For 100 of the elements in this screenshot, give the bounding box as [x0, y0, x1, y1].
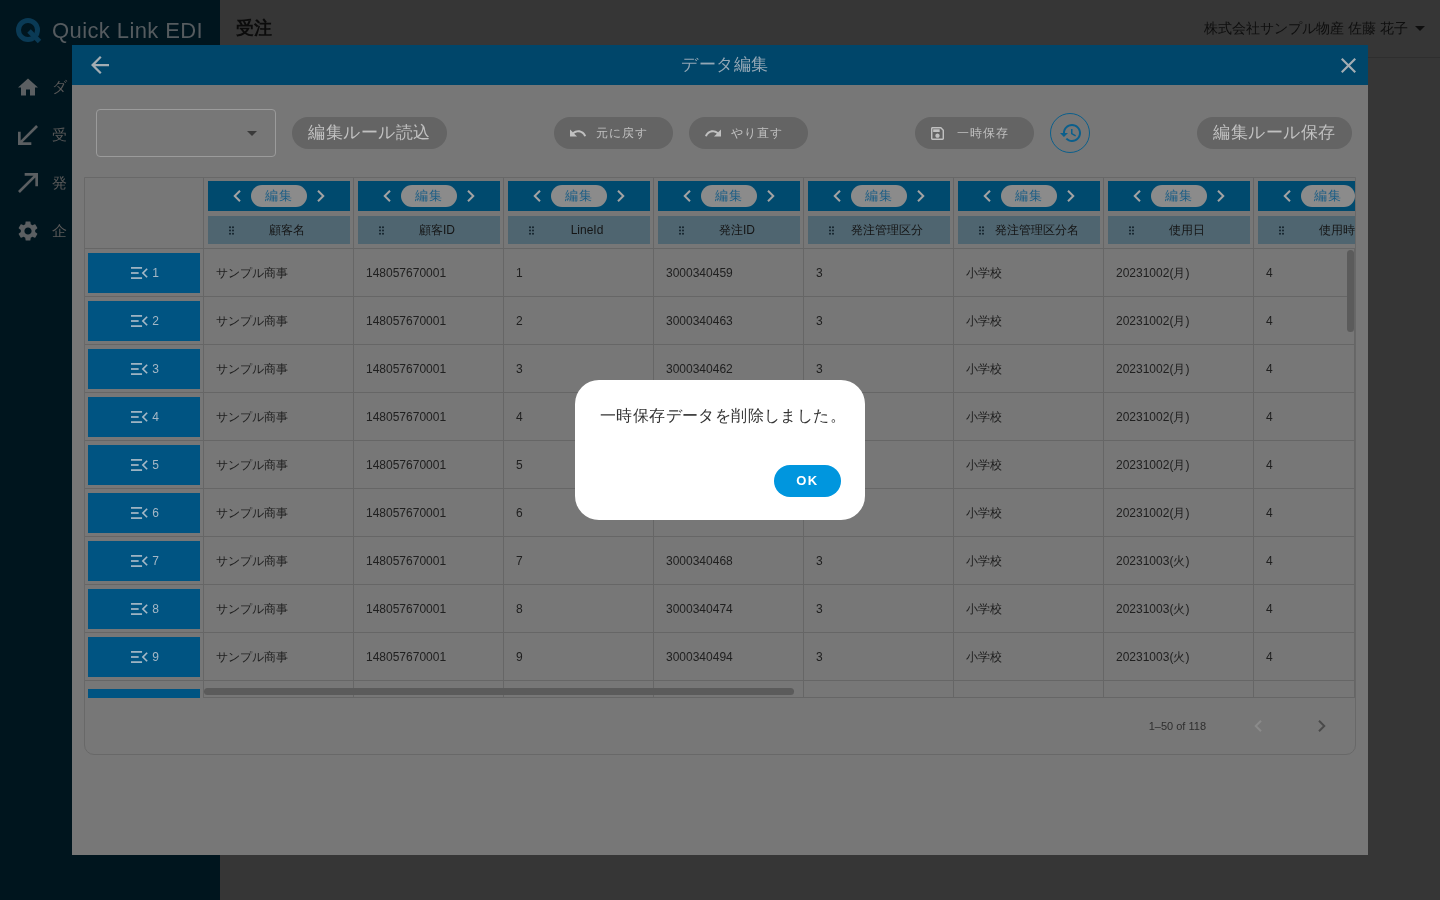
chevron-left-icon[interactable] [383, 190, 391, 202]
table-cell: 小学校 [954, 297, 1104, 345]
back-arrow-icon [91, 56, 109, 74]
table-cell: 9 [504, 633, 654, 681]
edit-button[interactable]: 編集 [401, 185, 457, 207]
toolbar-button: 元に戻す [553, 117, 673, 149]
select-field[interactable] [96, 109, 276, 157]
chevron-right-icon[interactable] [767, 190, 775, 202]
lines-chevron-icon [131, 315, 149, 327]
table-cell: 7 [504, 537, 654, 585]
table-cell: 4 [1254, 633, 1355, 681]
row-button[interactable]: 2 [88, 301, 200, 341]
vertical-scrollbar[interactable] [1347, 250, 1354, 332]
lines-chevron-icon [131, 459, 149, 471]
table-cell: 20231003(火) [1104, 585, 1254, 633]
redo-icon [704, 127, 721, 139]
column-title: 使用時 [1319, 222, 1355, 239]
chevron-left-icon[interactable] [1283, 190, 1291, 202]
back-button[interactable] [91, 56, 109, 74]
drag-handle-icon[interactable] [679, 225, 684, 235]
drag-handle-icon[interactable] [1129, 225, 1134, 235]
sidebar-item[interactable]: 発 [0, 159, 73, 207]
drag-handle-icon[interactable] [229, 225, 234, 235]
logo-text: Quick Link EDI [52, 17, 204, 45]
arrow-down-left-icon [18, 125, 38, 145]
edit-button[interactable]: 編集 [1001, 185, 1057, 207]
table-cell: 3 [804, 585, 954, 633]
column-title: 発注ID [719, 222, 755, 239]
table-cell: 20231003(火) [1104, 633, 1254, 681]
column-title: 発注管理区分 [851, 222, 923, 239]
chevron-right-icon[interactable] [617, 190, 625, 202]
chevron-left-icon[interactable] [983, 190, 991, 202]
table-cell: 小学校 [954, 249, 1104, 297]
edit-button[interactable]: 編集 [851, 185, 907, 207]
drag-handle-icon[interactable] [1279, 225, 1284, 235]
chevron-right-icon[interactable] [467, 190, 475, 202]
caret-down-icon [247, 130, 257, 136]
drag-handle-icon[interactable] [379, 225, 384, 235]
table-cell: 148057670001 [354, 393, 504, 441]
table-cell: 小学校 [954, 585, 1104, 633]
table-cell: サンプル商事 [204, 249, 354, 297]
undo-icon [569, 127, 586, 139]
table-cell: 20231003(火) [1104, 537, 1254, 585]
horizontal-scrollbar[interactable] [204, 688, 794, 695]
table-cell: サンプル商事 [204, 633, 354, 681]
table-cell: サンプル商事 [204, 537, 354, 585]
ok-button[interactable]: OK [774, 465, 841, 497]
row-button[interactable]: 1 [88, 253, 200, 293]
table-cell: 4 [1254, 489, 1355, 537]
row-button[interactable]: 4 [88, 397, 200, 437]
chevron-right-icon[interactable] [1217, 190, 1225, 202]
edit-button[interactable]: 編集 [701, 185, 757, 207]
table-cell: 小学校 [954, 633, 1104, 681]
close-button[interactable] [1341, 57, 1356, 73]
edit-button[interactable]: 編集 [251, 185, 307, 207]
table-cell: 4 [1254, 441, 1355, 489]
table-cell: 8 [504, 585, 654, 633]
chevron-left-icon[interactable] [533, 190, 541, 202]
chevron-right-icon[interactable] [1067, 190, 1075, 202]
row-button[interactable]: 3 [88, 349, 200, 389]
chevron-left-icon[interactable] [233, 190, 241, 202]
lines-chevron-icon [131, 363, 149, 375]
table-cell: 3 [804, 537, 954, 585]
table-cell: 148057670001 [354, 345, 504, 393]
table-cell: 小学校 [954, 393, 1104, 441]
history-icon [1059, 124, 1081, 142]
row-button[interactable]: 7 [88, 541, 200, 581]
edit-button[interactable]: 編集 [1151, 185, 1207, 207]
chevron-left-icon[interactable] [683, 190, 691, 202]
drag-handle-icon[interactable] [979, 225, 984, 235]
lines-chevron-icon [131, 411, 149, 423]
table-cell: 3 [804, 297, 954, 345]
sidebar-item[interactable]: 企 [0, 207, 73, 255]
row-button[interactable]: 5 [88, 445, 200, 485]
table-cell: 3 [804, 633, 954, 681]
table-cell: 小学校 [954, 441, 1104, 489]
table-cell: 4 [1254, 537, 1355, 585]
drag-handle-icon[interactable] [829, 225, 834, 235]
chevron-right-icon[interactable] [317, 190, 325, 202]
row-button[interactable]: 6 [88, 493, 200, 533]
table-cell: サンプル商事 [204, 393, 354, 441]
chevron-right-icon[interactable] [917, 190, 925, 202]
drag-handle-icon[interactable] [529, 225, 534, 235]
table-cell: 2 [504, 297, 654, 345]
table-cell: 148057670001 [354, 585, 504, 633]
edit-button[interactable]: 編集 [1301, 185, 1355, 207]
sidebar-item[interactable]: 受 [0, 111, 73, 159]
row-button[interactable]: 9 [88, 637, 200, 677]
table-cell: 20231002(月) [1104, 441, 1254, 489]
chevron-left-icon[interactable] [833, 190, 841, 202]
sidebar-item[interactable]: ダ [0, 63, 73, 111]
table-cell: 小学校 [954, 345, 1104, 393]
row-button[interactable]: 8 [88, 589, 200, 629]
table-cell: 3 [804, 249, 954, 297]
table-cell: 3000340468 [654, 537, 804, 585]
lines-chevron-icon [131, 555, 149, 567]
column-title: 顧客ID [419, 222, 455, 239]
edit-button[interactable]: 編集 [551, 185, 607, 207]
chevron-left-icon[interactable] [1133, 190, 1141, 202]
close-icon [1341, 57, 1356, 73]
